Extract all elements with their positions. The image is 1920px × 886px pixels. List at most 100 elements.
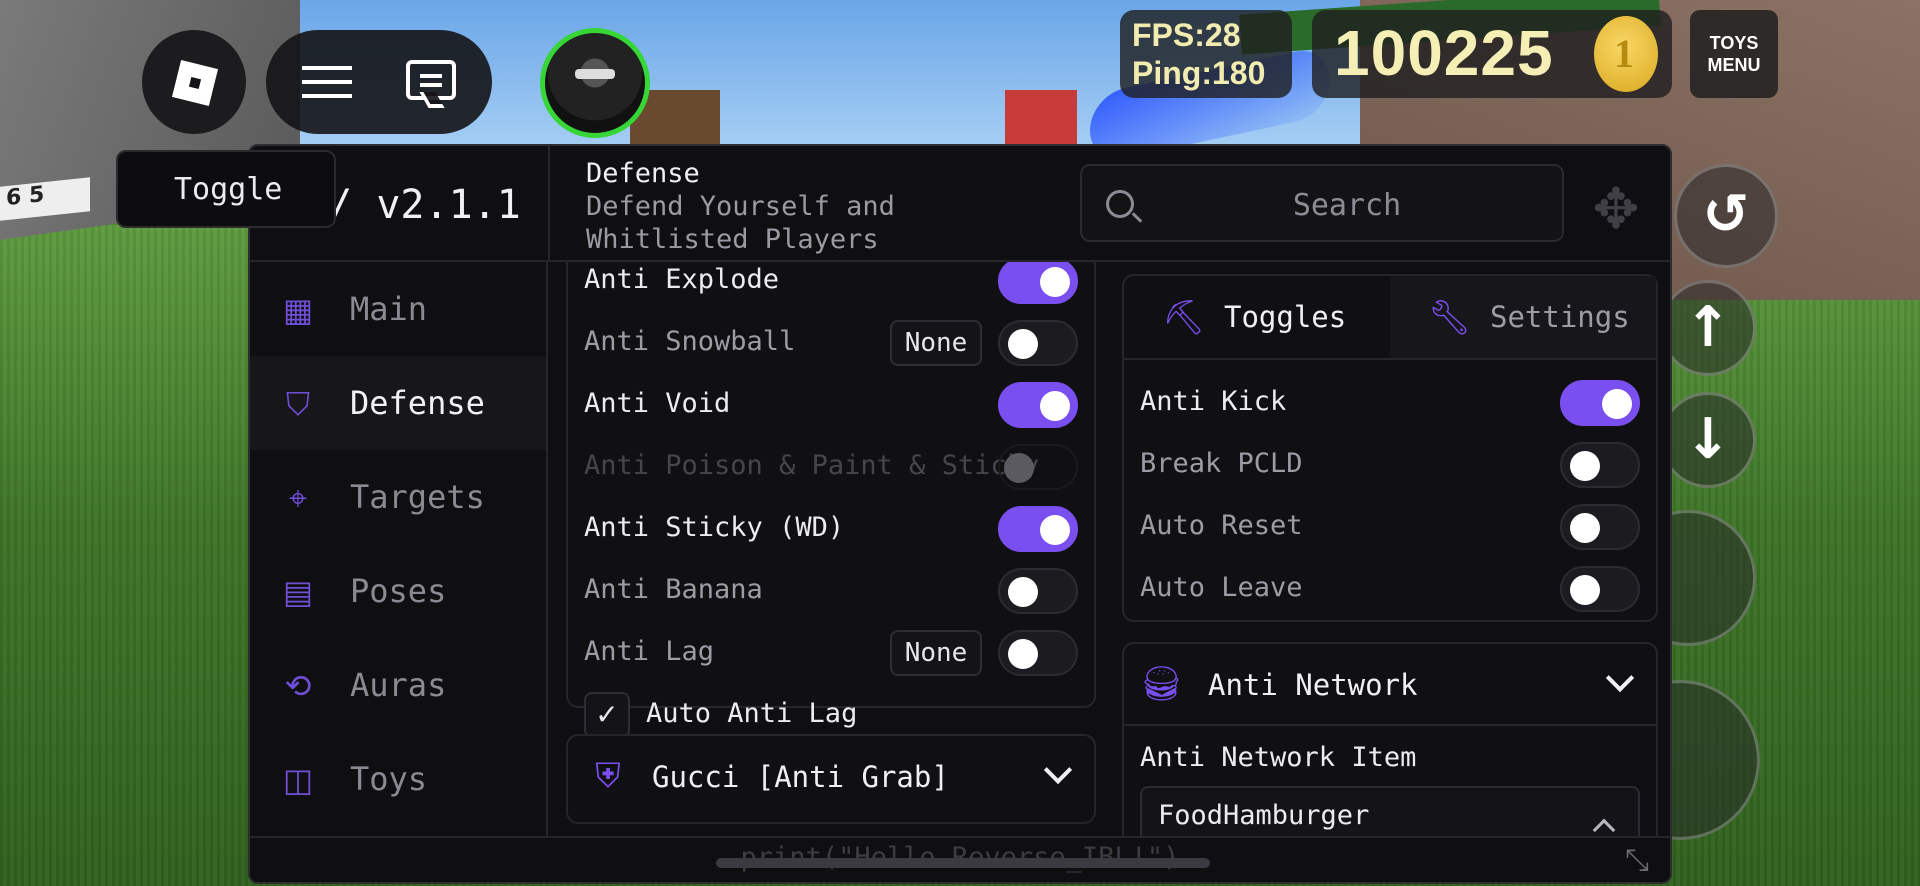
switch-knob <box>1040 515 1070 545</box>
search-placeholder: Search <box>1292 188 1402 223</box>
checkbox[interactable]: ✓ <box>584 692 630 738</box>
grid-icon: ▦ <box>282 291 314 329</box>
row-anti-explode: Anti Explode <box>584 262 1078 310</box>
sidebar-item-auras[interactable]: ⟲ Auras <box>250 638 546 732</box>
switch-knob <box>1040 267 1070 297</box>
blocks-icon: ◫ <box>282 761 314 799</box>
row-label: Anti Snowball <box>584 326 796 357</box>
row-label: Anti Lag <box>584 636 715 667</box>
toggle-switch[interactable] <box>998 568 1078 614</box>
anti-network-title: Anti Network <box>1208 668 1418 702</box>
switch-knob <box>1570 513 1600 543</box>
row-anti-banana: Anti Banana <box>584 560 1078 620</box>
section-description: Defend Yourself and Whitlisted Players <box>586 191 895 255</box>
crosshair-icon: ⌖ <box>288 479 308 517</box>
wrench-icon: 🔧︎ <box>1428 298 1472 338</box>
anti-network-card: 🍔︎ Anti Network Anti Network Item FoodHa… <box>1122 642 1658 836</box>
chevron-down-icon <box>1043 755 1073 785</box>
sidebar-item-toys[interactable]: ◫ Toys <box>250 732 546 826</box>
row-label: Auto Leave <box>1140 572 1303 603</box>
arrow-up-icon[interactable]: ↑ <box>1660 280 1756 376</box>
move-icon[interactable]: ✥ <box>1586 180 1646 240</box>
chevron-down-icon <box>1605 663 1635 693</box>
dropdown-value: FoodHamburger <box>1158 800 1370 831</box>
switch-knob <box>1040 391 1070 421</box>
arrow-down-icon[interactable]: ↓ <box>1660 392 1756 488</box>
row-label: Anti Poison & Paint & Sticky <box>584 450 1040 481</box>
keybind-button[interactable]: None <box>890 630 982 676</box>
fps-ping-display: FPS:28 Ping:180 <box>1120 10 1292 98</box>
sidebar-item-defense[interactable]: ⛉ Defense <box>250 356 546 450</box>
row-anti-void: Anti Void <box>584 374 1078 434</box>
shield-gear-icon: ⛉ <box>285 385 310 423</box>
switch-knob <box>1570 451 1600 481</box>
defense-column: Anti Explode Anti Snowball None Anti Voi… <box>566 262 1096 836</box>
defense-card: Anti Explode Anti Snowball None Anti Voi… <box>566 262 1096 738</box>
toggle-switch[interactable] <box>998 262 1078 304</box>
row-label: Auto Reset <box>1140 510 1303 541</box>
hamburger-menu-icon[interactable] <box>302 66 352 98</box>
script-window: e / v2.1.1 Defense Defend Yourself and W… <box>248 144 1672 884</box>
toggle-switch[interactable] <box>998 506 1078 552</box>
resize-icon[interactable]: ⤡ <box>1620 844 1654 878</box>
toggle-switch[interactable] <box>1560 380 1640 426</box>
switch-knob <box>1004 453 1034 483</box>
toggle-switch[interactable] <box>1560 442 1640 488</box>
toggle-button[interactable]: Toggle <box>116 150 336 228</box>
row-anti-poison: Anti Poison & Paint & Sticky <box>584 436 1078 496</box>
search-input[interactable]: Search <box>1080 164 1564 242</box>
toggle-switch[interactable] <box>1560 566 1640 612</box>
anti-network-item-dropdown[interactable]: FoodHamburger <box>1140 786 1640 836</box>
coin-counter: 100225 <box>1312 10 1672 98</box>
row-label: Anti Banana <box>584 574 763 605</box>
sidebar-item-targets[interactable]: ⌖ Targets <box>250 450 546 544</box>
toggle-switch[interactable] <box>1560 504 1640 550</box>
fps-text: FPS:28 <box>1132 17 1241 53</box>
tab-label: Settings <box>1490 300 1630 334</box>
roblox-logo-button[interactable] <box>142 30 246 134</box>
toggle-switch[interactable] <box>998 630 1078 676</box>
anti-network-header[interactable]: 🍔︎ Anti Network <box>1124 644 1656 726</box>
header-divider <box>548 146 550 262</box>
gucci-section[interactable]: ⛨ Gucci [Anti Grab] <box>566 734 1096 824</box>
sidebar-item-main[interactable]: ▦ Main <box>250 262 546 356</box>
toys-menu-button[interactable]: TOYS MENU <box>1690 10 1778 98</box>
gucci-section-title: Gucci [Anti Grab] <box>652 760 949 794</box>
switch-knob <box>1602 389 1632 419</box>
sidebar-item-label: Poses <box>350 572 447 610</box>
toggle-switch[interactable] <box>998 320 1078 366</box>
chat-icon[interactable] <box>406 60 456 100</box>
tab-toggles[interactable]: ⛏ Toggles <box>1124 276 1390 358</box>
row-anti-lag: Anti Lag None <box>584 622 1078 682</box>
window-header: e / v2.1.1 Defense Defend Yourself and W… <box>250 146 1670 262</box>
keybind-button[interactable]: None <box>890 320 982 366</box>
row-break-pcld: Break PCLD <box>1140 434 1640 494</box>
tab-label: Toggles <box>1224 300 1347 334</box>
window-footer: print("Hello Reverse_IBL!") ⤡ <box>250 836 1670 882</box>
tab-settings[interactable]: 🔧︎ Settings <box>1390 276 1656 358</box>
switch-knob <box>1008 639 1038 669</box>
sidebar: ▦ Main ⛉ Defense ⌖ Targets ▤ Poses ⟲ Aur… <box>250 262 548 836</box>
undo-icon[interactable]: ↺ <box>1674 164 1778 268</box>
switch-knob <box>1008 329 1038 359</box>
section-title: Defense <box>586 158 700 189</box>
row-label: Anti Sticky (WD) <box>584 512 845 543</box>
sidebar-item-label: Auras <box>350 666 447 704</box>
row-anti-kick: Anti Kick <box>1140 372 1640 432</box>
row-anti-sticky: Anti Sticky (WD) <box>584 498 1078 558</box>
sidebar-item-poses[interactable]: ▤ Poses <box>250 544 546 638</box>
toggles-card: ⛏ Toggles 🔧︎ Settings Anti Kick Break PC… <box>1122 274 1658 622</box>
row-label: Anti Void <box>584 388 731 419</box>
row-auto-leave: Auto Leave <box>1140 558 1640 618</box>
toggle-switch[interactable] <box>998 382 1078 428</box>
coin-icon <box>1594 16 1658 92</box>
shield-plus-icon: ⛨ <box>595 756 621 796</box>
sidebar-item-label: Defense <box>350 384 485 422</box>
avatar[interactable] <box>540 28 650 138</box>
ping-text: Ping:180 <box>1132 55 1266 91</box>
coin-count: 100225 <box>1334 17 1554 89</box>
pickaxe-icon: ⛏ <box>1162 298 1206 338</box>
tab-bar: ⛏ Toggles 🔧︎ Settings <box>1124 276 1656 360</box>
sidebar-item-label: Toys <box>350 760 428 798</box>
horizontal-scrollbar[interactable] <box>716 858 1210 868</box>
